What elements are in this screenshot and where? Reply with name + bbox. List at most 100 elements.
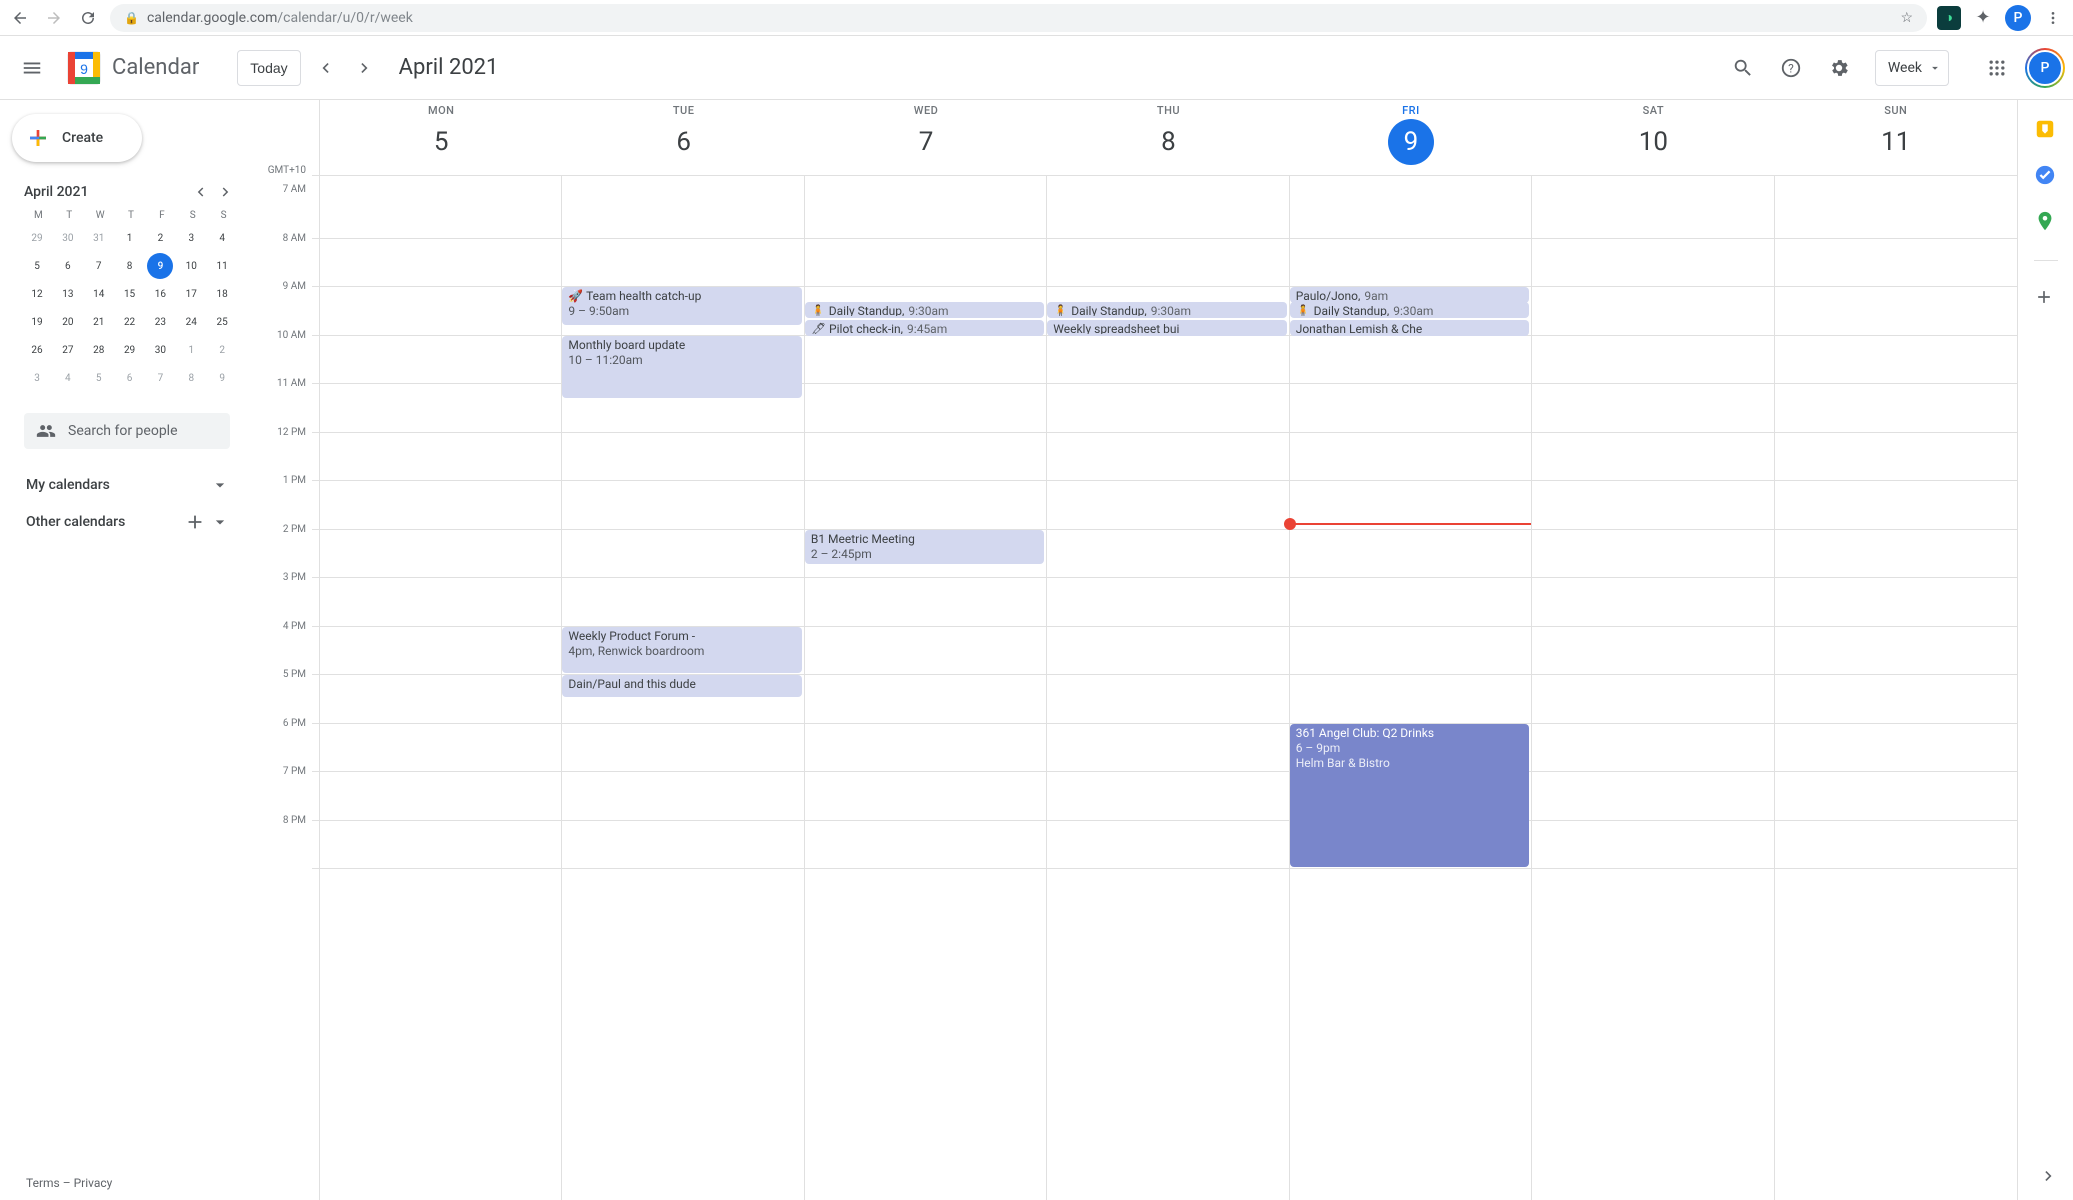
mini-day-cell[interactable]: 16 xyxy=(147,281,173,307)
mini-day-cell[interactable]: 23 xyxy=(147,309,173,335)
allday-cell[interactable] xyxy=(805,176,1047,190)
mini-day-cell[interactable]: 6 xyxy=(55,253,81,279)
tasks-icon[interactable] xyxy=(2034,164,2058,188)
google-apps-button[interactable] xyxy=(1977,48,2017,88)
mini-day-cell[interactable]: 27 xyxy=(55,337,81,363)
allday-cell[interactable] xyxy=(562,176,804,190)
day-number[interactable]: 5 xyxy=(418,119,464,165)
extension-icon[interactable]: ◑ xyxy=(1937,6,1961,30)
calendar-event[interactable]: 361 Angel Club: Q2 Drinks6 – 9pmHelm Bar… xyxy=(1290,724,1529,868)
mini-day-cell[interactable]: 8 xyxy=(117,253,143,279)
add-calendar-icon[interactable] xyxy=(184,511,206,533)
back-button[interactable] xyxy=(8,6,32,30)
mini-day-cell[interactable]: 3 xyxy=(178,225,204,251)
browser-menu-button[interactable] xyxy=(2041,6,2065,30)
day-number[interactable]: 7 xyxy=(903,119,949,165)
mini-prev-month[interactable] xyxy=(188,180,212,204)
mini-day-cell[interactable]: 26 xyxy=(24,337,50,363)
mini-day-cell[interactable]: 2 xyxy=(209,337,235,363)
allday-cell[interactable] xyxy=(1290,176,1532,190)
mini-day-cell[interactable]: 22 xyxy=(117,309,143,335)
create-button[interactable]: Create xyxy=(12,114,142,162)
mini-day-cell[interactable]: 19 xyxy=(24,309,50,335)
day-header[interactable]: SUN11 xyxy=(1775,100,2017,175)
mini-day-cell[interactable]: 18 xyxy=(209,281,235,307)
day-column[interactable] xyxy=(320,190,562,1200)
mini-day-cell[interactable]: 15 xyxy=(117,281,143,307)
app-logo[interactable]: 9 Calendar xyxy=(64,48,199,88)
day-header[interactable]: FRI9 xyxy=(1290,100,1532,175)
mini-day-cell[interactable]: 13 xyxy=(55,281,81,307)
day-header[interactable]: MON5 xyxy=(320,100,562,175)
main-menu-button[interactable] xyxy=(8,44,56,92)
day-column[interactable] xyxy=(1775,190,2017,1200)
mini-day-cell[interactable]: 4 xyxy=(55,365,81,391)
mini-day-cell[interactable]: 3 xyxy=(24,365,50,391)
prev-week-button[interactable] xyxy=(309,52,341,84)
day-header[interactable]: TUE6 xyxy=(562,100,804,175)
day-header[interactable]: SAT10 xyxy=(1532,100,1774,175)
mini-day-cell[interactable]: 29 xyxy=(24,225,50,251)
allday-cell[interactable] xyxy=(320,176,562,190)
mini-day-cell[interactable]: 7 xyxy=(86,253,112,279)
mini-day-cell[interactable]: 28 xyxy=(86,337,112,363)
mini-day-cell[interactable]: 30 xyxy=(147,337,173,363)
mini-day-cell[interactable]: 12 xyxy=(24,281,50,307)
day-column[interactable] xyxy=(1532,190,1774,1200)
mini-day-cell[interactable]: 21 xyxy=(86,309,112,335)
day-column[interactable]: 🚀 Team health catch-up9 – 9:50am Monthly … xyxy=(562,190,804,1200)
mini-day-cell[interactable]: 29 xyxy=(117,337,143,363)
mini-day-cell[interactable]: 4 xyxy=(209,225,235,251)
other-calendars-toggle[interactable]: Other calendars xyxy=(10,503,238,541)
mini-day-cell[interactable]: 8 xyxy=(178,365,204,391)
today-button[interactable]: Today xyxy=(237,50,300,86)
privacy-link[interactable]: Privacy xyxy=(74,1176,113,1190)
mini-day-cell[interactable]: 30 xyxy=(55,225,81,251)
mini-next-month[interactable] xyxy=(214,180,238,204)
mini-day-cell[interactable]: 25 xyxy=(209,309,235,335)
calendar-event[interactable]: Monthly board update10 – 11:20am xyxy=(562,336,801,399)
support-button[interactable]: ? xyxy=(1771,48,1811,88)
day-column[interactable]: 🧍 Daily Standup,9:30am 🖊 Pilot check-in,9… xyxy=(805,190,1047,1200)
search-button[interactable] xyxy=(1723,48,1763,88)
mini-day-cell[interactable]: 11 xyxy=(209,253,235,279)
calendar-event[interactable]: 🖊 Pilot check-in,9:45am xyxy=(805,320,1044,336)
day-number[interactable]: 11 xyxy=(1873,119,1919,165)
mini-day-cell[interactable]: 9 xyxy=(209,365,235,391)
account-avatar[interactable]: P xyxy=(2025,48,2065,88)
calendar-event[interactable]: Dain/Paul and this dude xyxy=(562,675,801,697)
view-switcher[interactable]: Week xyxy=(1875,50,1949,86)
my-calendars-toggle[interactable]: My calendars xyxy=(10,467,238,503)
show-side-panel-button[interactable] xyxy=(2033,1160,2065,1192)
mini-day-cell[interactable]: 9 xyxy=(147,253,173,279)
calendar-event[interactable]: Jonathan Lemish & Che xyxy=(1290,320,1529,336)
calendar-event[interactable]: B1 Meetric Meeting2 – 2:45pm xyxy=(805,530,1044,564)
mini-day-cell[interactable]: 1 xyxy=(117,225,143,251)
address-bar[interactable]: 🔒 calendar.google.com/calendar/u/0/r/wee… xyxy=(110,4,1927,32)
mini-day-cell[interactable]: 2 xyxy=(147,225,173,251)
mini-day-cell[interactable]: 20 xyxy=(55,309,81,335)
day-column[interactable]: 🧍 Daily Standup,9:30amWeekly spreadsheet… xyxy=(1047,190,1289,1200)
calendar-event[interactable]: Weekly Product Forum -4pm, Renwick board… xyxy=(562,627,801,674)
mini-day-cell[interactable]: 17 xyxy=(178,281,204,307)
addons-button[interactable] xyxy=(2034,287,2058,311)
calendar-event[interactable]: Weekly spreadsheet bui xyxy=(1047,320,1286,336)
day-header[interactable]: THU8 xyxy=(1047,100,1289,175)
extensions-button[interactable]: ✦ xyxy=(1971,6,1995,30)
next-week-button[interactable] xyxy=(349,52,381,84)
allday-cell[interactable] xyxy=(1775,176,2017,190)
allday-cell[interactable] xyxy=(1047,176,1289,190)
calendar-event[interactable]: 🧍 Daily Standup,9:30am xyxy=(805,302,1044,318)
mini-day-cell[interactable]: 10 xyxy=(178,253,204,279)
day-number[interactable]: 10 xyxy=(1630,119,1676,165)
mini-day-cell[interactable]: 24 xyxy=(178,309,204,335)
calendar-event[interactable]: 🚀 Team health catch-up9 – 9:50am xyxy=(562,287,801,325)
keep-icon[interactable] xyxy=(2034,118,2058,142)
maps-icon[interactable] xyxy=(2034,210,2058,234)
mini-day-cell[interactable]: 1 xyxy=(178,337,204,363)
calendar-event[interactable]: 🧍 Daily Standup,9:30am xyxy=(1290,302,1529,318)
day-number[interactable]: 6 xyxy=(661,119,707,165)
settings-button[interactable] xyxy=(1819,48,1859,88)
allday-cell[interactable] xyxy=(1532,176,1774,190)
reload-button[interactable] xyxy=(76,6,100,30)
